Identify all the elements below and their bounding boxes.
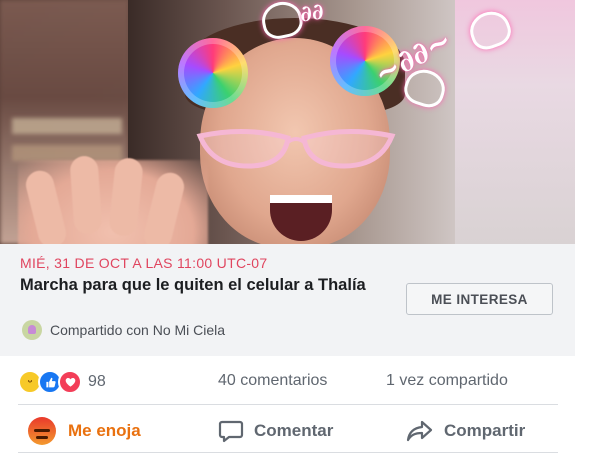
divider	[18, 404, 558, 405]
event-video[interactable]: ~∂∂~ ∂∂	[0, 0, 575, 244]
comment-label: Comentar	[254, 421, 334, 440]
event-date: MIÉ, 31 DE OCT A LAS 11:00 UTC-07	[20, 255, 268, 271]
interested-button[interactable]: ME INTERESA	[406, 283, 553, 315]
finger	[69, 155, 103, 235]
share-count[interactable]: 1 vez compartido	[386, 372, 508, 390]
shelf	[12, 118, 122, 134]
shelf	[12, 145, 122, 161]
react-label: Me enoja	[68, 421, 141, 440]
cat-eye-glasses	[196, 129, 396, 169]
group-avatar-icon	[22, 320, 42, 340]
react-button[interactable]: Me enoja	[28, 414, 141, 448]
love-icon	[58, 370, 82, 394]
event-card: ~∂∂~ ∂∂ MIÉ, 31 DE OCT A LAS 11:00 UTC-0…	[0, 0, 575, 356]
shared-with-label[interactable]: Compartido con No Mi Ciela	[50, 322, 225, 338]
share-arrow-icon	[406, 420, 433, 442]
comment-button[interactable]: Comentar	[218, 414, 333, 448]
sticker-scribble-icon: ∂∂	[298, 0, 326, 28]
divider	[18, 452, 558, 453]
angry-face-icon	[28, 417, 56, 445]
shared-with: Compartido con No Mi Ciela	[22, 320, 225, 340]
event-title[interactable]: Marcha para que le quiten el celular a T…	[20, 275, 390, 295]
share-button[interactable]: Compartir	[406, 414, 525, 448]
share-label: Compartir	[444, 421, 526, 440]
pompom-left	[178, 38, 248, 108]
reaction-summary[interactable]: ᵕ 98	[18, 370, 106, 394]
comment-bubble-icon	[218, 420, 244, 443]
event-info: MIÉ, 31 DE OCT A LAS 11:00 UTC-07 Marcha…	[0, 244, 575, 356]
reaction-count: 98	[88, 373, 106, 390]
comment-count[interactable]: 40 comentarios	[218, 372, 327, 390]
